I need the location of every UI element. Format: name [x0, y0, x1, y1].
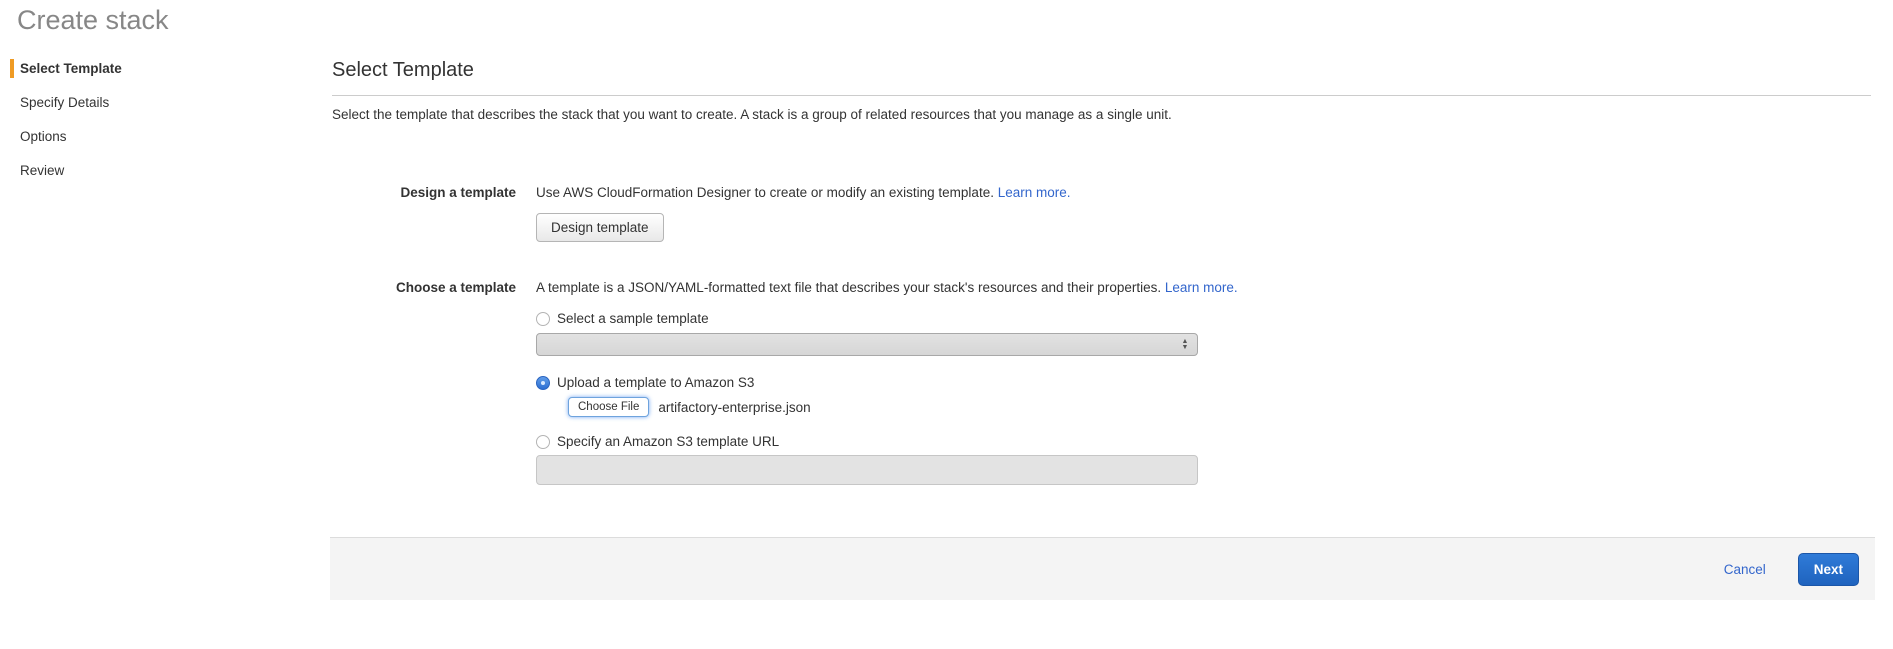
sidebar-item-review[interactable]: Review — [10, 158, 260, 183]
sample-template-radio[interactable] — [536, 312, 550, 326]
sidebar-item-options[interactable]: Options — [10, 124, 260, 149]
choose-file-button[interactable]: Choose File — [568, 397, 649, 417]
sample-template-radio-label[interactable]: Select a sample template — [557, 311, 709, 326]
s3-url-option: Specify an Amazon S3 template URL — [536, 434, 1871, 449]
design-template-button[interactable]: Design template — [536, 213, 664, 242]
create-stack-page: Create stack Select Template Specify Det… — [0, 0, 1893, 649]
design-template-text: Use AWS CloudFormation Designer to creat… — [536, 185, 1871, 201]
design-learn-more-link[interactable]: Learn more. — [998, 185, 1071, 200]
design-template-label: Design a template — [332, 185, 516, 201]
sidebar-item-label: Options — [20, 129, 67, 144]
uploaded-file-name: artifactory-enterprise.json — [658, 400, 810, 415]
content-heading: Select Template — [332, 57, 1871, 83]
sample-template-select[interactable]: ▲▼ — [536, 333, 1198, 356]
sidebar-item-select-template[interactable]: Select Template — [10, 56, 260, 81]
sample-template-option: Select a sample template — [536, 311, 1871, 326]
heading-divider — [332, 95, 1871, 96]
wizard-footer: Cancel Next — [330, 537, 1875, 600]
design-template-section: Design a template Use AWS CloudFormation… — [332, 185, 1871, 242]
s3-url-radio-label[interactable]: Specify an Amazon S3 template URL — [557, 434, 779, 449]
content-description: Select the template that describes the s… — [332, 107, 1871, 123]
upload-template-option: Upload a template to Amazon S3 — [536, 375, 1871, 390]
choose-template-section: Choose a template A template is a JSON/Y… — [332, 280, 1871, 485]
s3-url-input[interactable] — [536, 455, 1198, 485]
upload-template-radio[interactable] — [536, 376, 550, 390]
s3-url-radio[interactable] — [536, 435, 550, 449]
next-button[interactable]: Next — [1798, 553, 1859, 586]
choose-template-text: A template is a JSON/YAML-formatted text… — [536, 280, 1871, 296]
sidebar-item-label: Specify Details — [20, 95, 109, 110]
wizard-sidebar: Select Template Specify Details Options … — [10, 56, 260, 192]
cancel-link[interactable]: Cancel — [1724, 562, 1766, 577]
select-stepper-icon: ▲▼ — [1178, 335, 1192, 354]
upload-template-radio-label[interactable]: Upload a template to Amazon S3 — [557, 375, 754, 390]
sidebar-item-label: Select Template — [20, 61, 122, 76]
sidebar-item-label: Review — [20, 163, 64, 178]
active-step-marker — [10, 59, 14, 78]
page-title: Create stack — [17, 4, 169, 36]
file-upload-row: Choose File artifactory-enterprise.json — [568, 397, 1871, 417]
choose-learn-more-link[interactable]: Learn more. — [1165, 280, 1238, 295]
sidebar-item-specify-details[interactable]: Specify Details — [10, 90, 260, 115]
main-content: Select Template Select the template that… — [332, 0, 1871, 485]
choose-template-label: Choose a template — [332, 280, 516, 296]
